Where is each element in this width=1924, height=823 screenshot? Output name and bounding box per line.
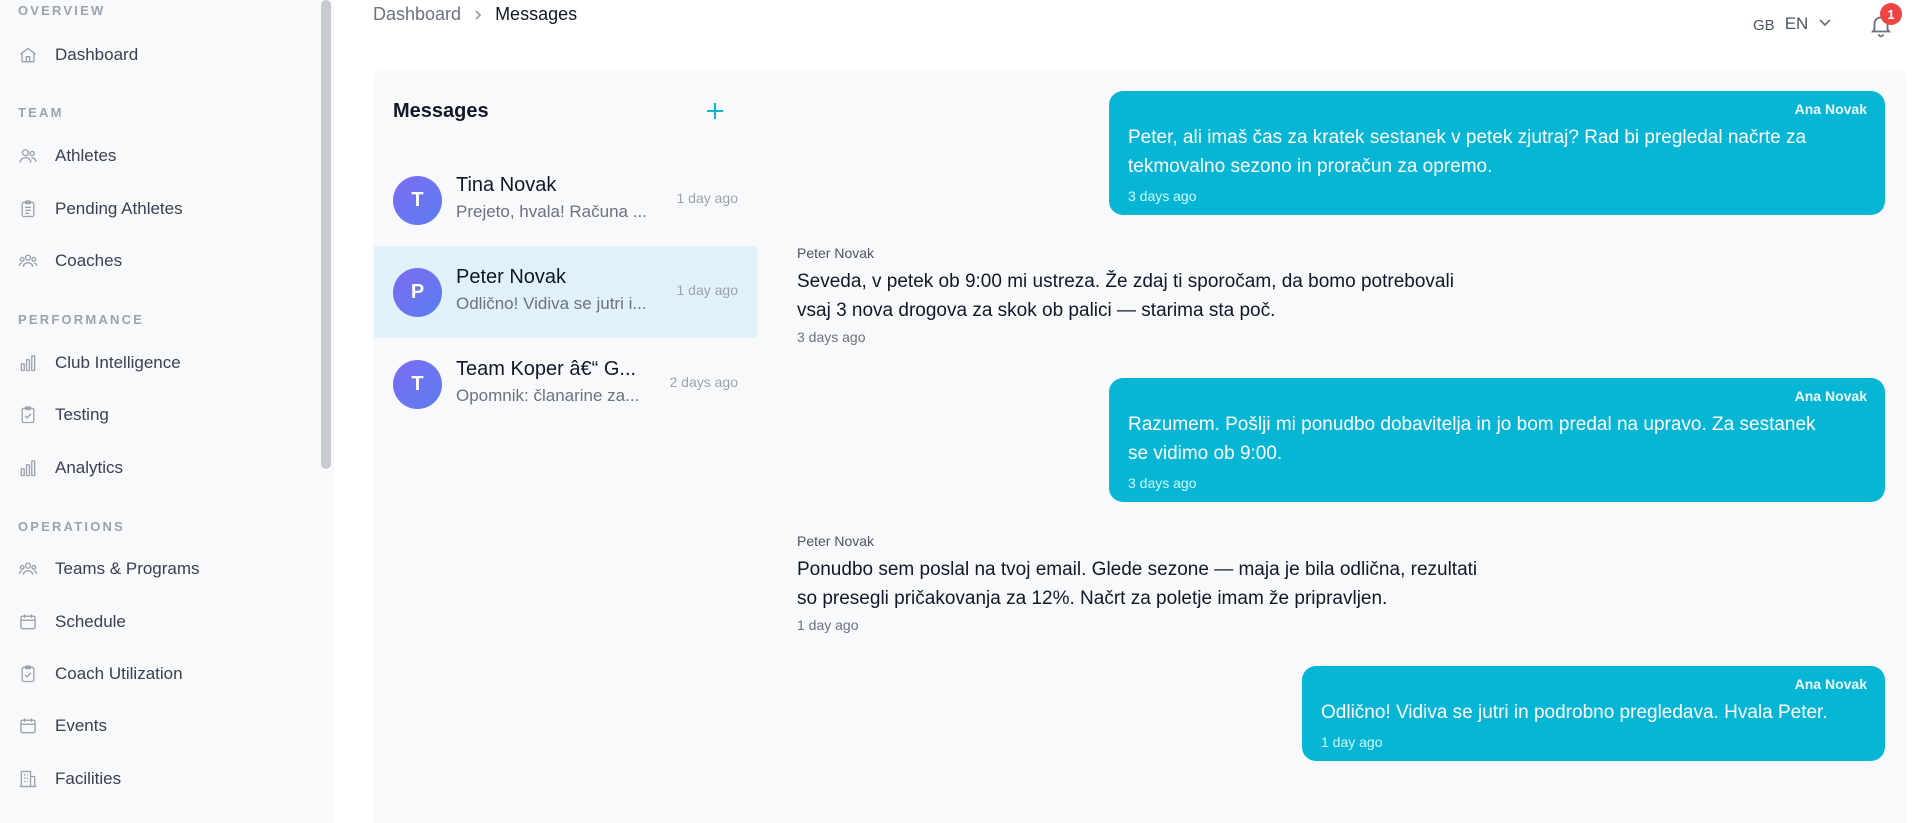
sidebar-item-label: Dashboard (55, 45, 139, 64)
sidebar-item-dashboard[interactable]: Dashboard (18, 37, 308, 73)
conversation-preview: Prejeto, hvala! Računa ... (456, 202, 647, 221)
message-line: Odlično! Vidiva se jutri in podrobno pre… (1321, 702, 1828, 723)
users-group-icon (18, 559, 38, 579)
language-code: EN (1784, 14, 1809, 33)
sidebar-item-label: Coaches (55, 251, 123, 270)
message-line: se vidimo ob 9:00. (1128, 443, 1283, 464)
message-time: 3 days ago (1128, 475, 1197, 491)
message-line: Ponudbo sem poslal na tvoj email. Glede … (797, 559, 1478, 580)
message-time: 1 day ago (1321, 734, 1383, 750)
breadcrumb-dashboard-link[interactable]: Dashboard (373, 4, 461, 25)
calendar-icon (18, 612, 38, 632)
conversation-time: 1 day ago (676, 190, 739, 206)
bar-chart-icon (18, 353, 38, 373)
sidebar-item-label: Athletes (55, 146, 117, 165)
sidebar-item-pending-athletes[interactable]: Pending Athletes (18, 191, 308, 227)
sidebar-item-coach-utilization[interactable]: Coach Utilization (18, 656, 308, 692)
message-sender: Ana Novak (1794, 676, 1867, 692)
home-icon (18, 45, 38, 65)
avatar: T (393, 360, 442, 409)
sidebar-item-label: Facilities (55, 769, 122, 788)
message-sender: Peter Novak (797, 245, 875, 261)
sidebar-item-label: Events (55, 716, 107, 735)
clipboard-check-icon (18, 664, 38, 684)
message-sender: Ana Novak (1794, 388, 1867, 404)
conversation-item-active[interactable]: P Peter Novak Odlično! Vidiva se jutri i… (374, 246, 757, 338)
sidebar-item-label: Schedule (55, 612, 126, 631)
conversations-title: Messages (393, 100, 489, 122)
language-selector[interactable]: GB EN (1753, 14, 1832, 34)
message-line: Razumem. Pošlji mi ponudbo dobavitelja i… (1128, 414, 1816, 435)
sidebar-item-athletes[interactable]: Athletes (18, 138, 308, 174)
breadcrumb-current: Messages (495, 4, 578, 24)
message-text: Peter, ali imaš čas za kratek sestanek v… (1128, 123, 1806, 181)
sidebar-item-events[interactable]: Events (18, 708, 308, 744)
incoming-message: Peter Novak Seveda, v petek ob 9:00 mi u… (797, 245, 1454, 345)
message-sender: Ana Novak (1794, 101, 1867, 117)
message-line: vsaj 3 nova drogova za skok ob palici — … (797, 300, 1276, 321)
message-time: 1 day ago (797, 617, 859, 633)
message-sender: Peter Novak (797, 533, 875, 549)
conversation-item[interactable]: T Tina Novak Prejeto, hvala! Računa ... … (374, 154, 757, 246)
building-icon (18, 769, 38, 789)
plus-icon (707, 103, 723, 119)
sidebar-item-schedule[interactable]: Schedule (18, 604, 308, 640)
sidebar-item-facilities[interactable]: Facilities (18, 761, 308, 797)
incoming-message: Peter Novak Ponudbo sem poslal na tvoj e… (797, 533, 1477, 633)
sidebar-item-label: Teams & Programs (55, 559, 200, 578)
message-line: tekmovalno sezono in proračun za opremo. (1128, 156, 1493, 177)
clipboard-check-icon (18, 405, 38, 425)
section-title-operations: OPERATIONS (18, 519, 125, 534)
sidebar-item-label: Club Intelligence (55, 353, 181, 372)
sidebar-scrollbar[interactable] (321, 0, 331, 469)
sidebar-item-label: Analytics (55, 458, 124, 477)
flag-icon: GB (1753, 17, 1775, 34)
breadcrumb: Dashboard Messages (373, 4, 577, 25)
conversation-time: 1 day ago (676, 282, 739, 298)
message-text: Odlično! Vidiva se jutri in podrobno pre… (1321, 698, 1828, 727)
section-title-team: TEAM (18, 105, 64, 120)
conversation-time: 2 days ago (669, 374, 739, 390)
chevron-down-icon (1818, 15, 1832, 34)
section-title-overview: OVERVIEW (18, 3, 106, 18)
message-time: 3 days ago (1128, 188, 1197, 204)
sidebar-item-label: Testing (55, 405, 109, 424)
conversation-preview: Opomnik: članarine za... (456, 386, 640, 405)
conversation-name: Team Koper â€“ G... (456, 358, 637, 380)
sidebar-item-coaches[interactable]: Coaches (18, 243, 308, 279)
outgoing-message: Ana Novak Odlično! Vidiva se jutri in po… (1302, 666, 1885, 761)
calendar-icon (18, 716, 38, 736)
sidebar-item-testing[interactable]: Testing (18, 397, 308, 433)
sidebar-item-label: Coach Utilization (55, 664, 183, 683)
message-line: Peter, ali imaš čas za kratek sestanek v… (1128, 127, 1807, 148)
message-line: Seveda, v petek ob 9:00 mi ustreza. Že z… (797, 271, 1454, 292)
bar-chart-icon (18, 458, 38, 478)
conversation-name: Peter Novak (456, 266, 567, 288)
avatar: P (393, 268, 442, 317)
new-message-button[interactable] (703, 99, 729, 125)
section-title-performance: PERFORMANCE (18, 312, 145, 327)
conversation-name: Tina Novak (456, 174, 557, 196)
message-line: so presegli pričakovanja za 12%. Načrt z… (797, 588, 1388, 609)
message-text: Seveda, v petek ob 9:00 mi ustreza. Že z… (797, 267, 1454, 325)
outgoing-message: Ana Novak Peter, ali imaš čas za kratek … (1109, 91, 1885, 215)
notification-count-badge: 1 (1880, 3, 1902, 25)
message-text: Ponudbo sem poslal na tvoj email. Glede … (797, 555, 1477, 613)
users-group-icon (18, 251, 38, 271)
conversation-item[interactable]: T Team Koper â€“ G... Opomnik: članarine… (374, 338, 757, 430)
chevron-right-icon (472, 9, 484, 21)
sidebar-item-analytics[interactable]: Analytics (18, 450, 308, 486)
sidebar-item-teams-programs[interactable]: Teams & Programs (18, 551, 308, 587)
users-icon (18, 146, 38, 166)
sidebar: OVERVIEW Dashboard TEAM Athletes Pending… (0, 0, 334, 823)
conversation-preview: Odlično! Vidiva se jutri i... (456, 294, 647, 313)
sidebar-item-label: Pending Athletes (55, 199, 183, 218)
sidebar-item-club-intelligence[interactable]: Club Intelligence (18, 345, 308, 381)
clipboard-icon (18, 199, 38, 219)
notifications-button[interactable]: 1 (1868, 3, 1902, 40)
message-text: Razumem. Pošlji mi ponudbo dobavitelja i… (1128, 410, 1816, 468)
outgoing-message: Ana Novak Razumem. Pošlji mi ponudbo dob… (1109, 378, 1885, 502)
message-time: 3 days ago (797, 329, 866, 345)
avatar: T (393, 176, 442, 225)
